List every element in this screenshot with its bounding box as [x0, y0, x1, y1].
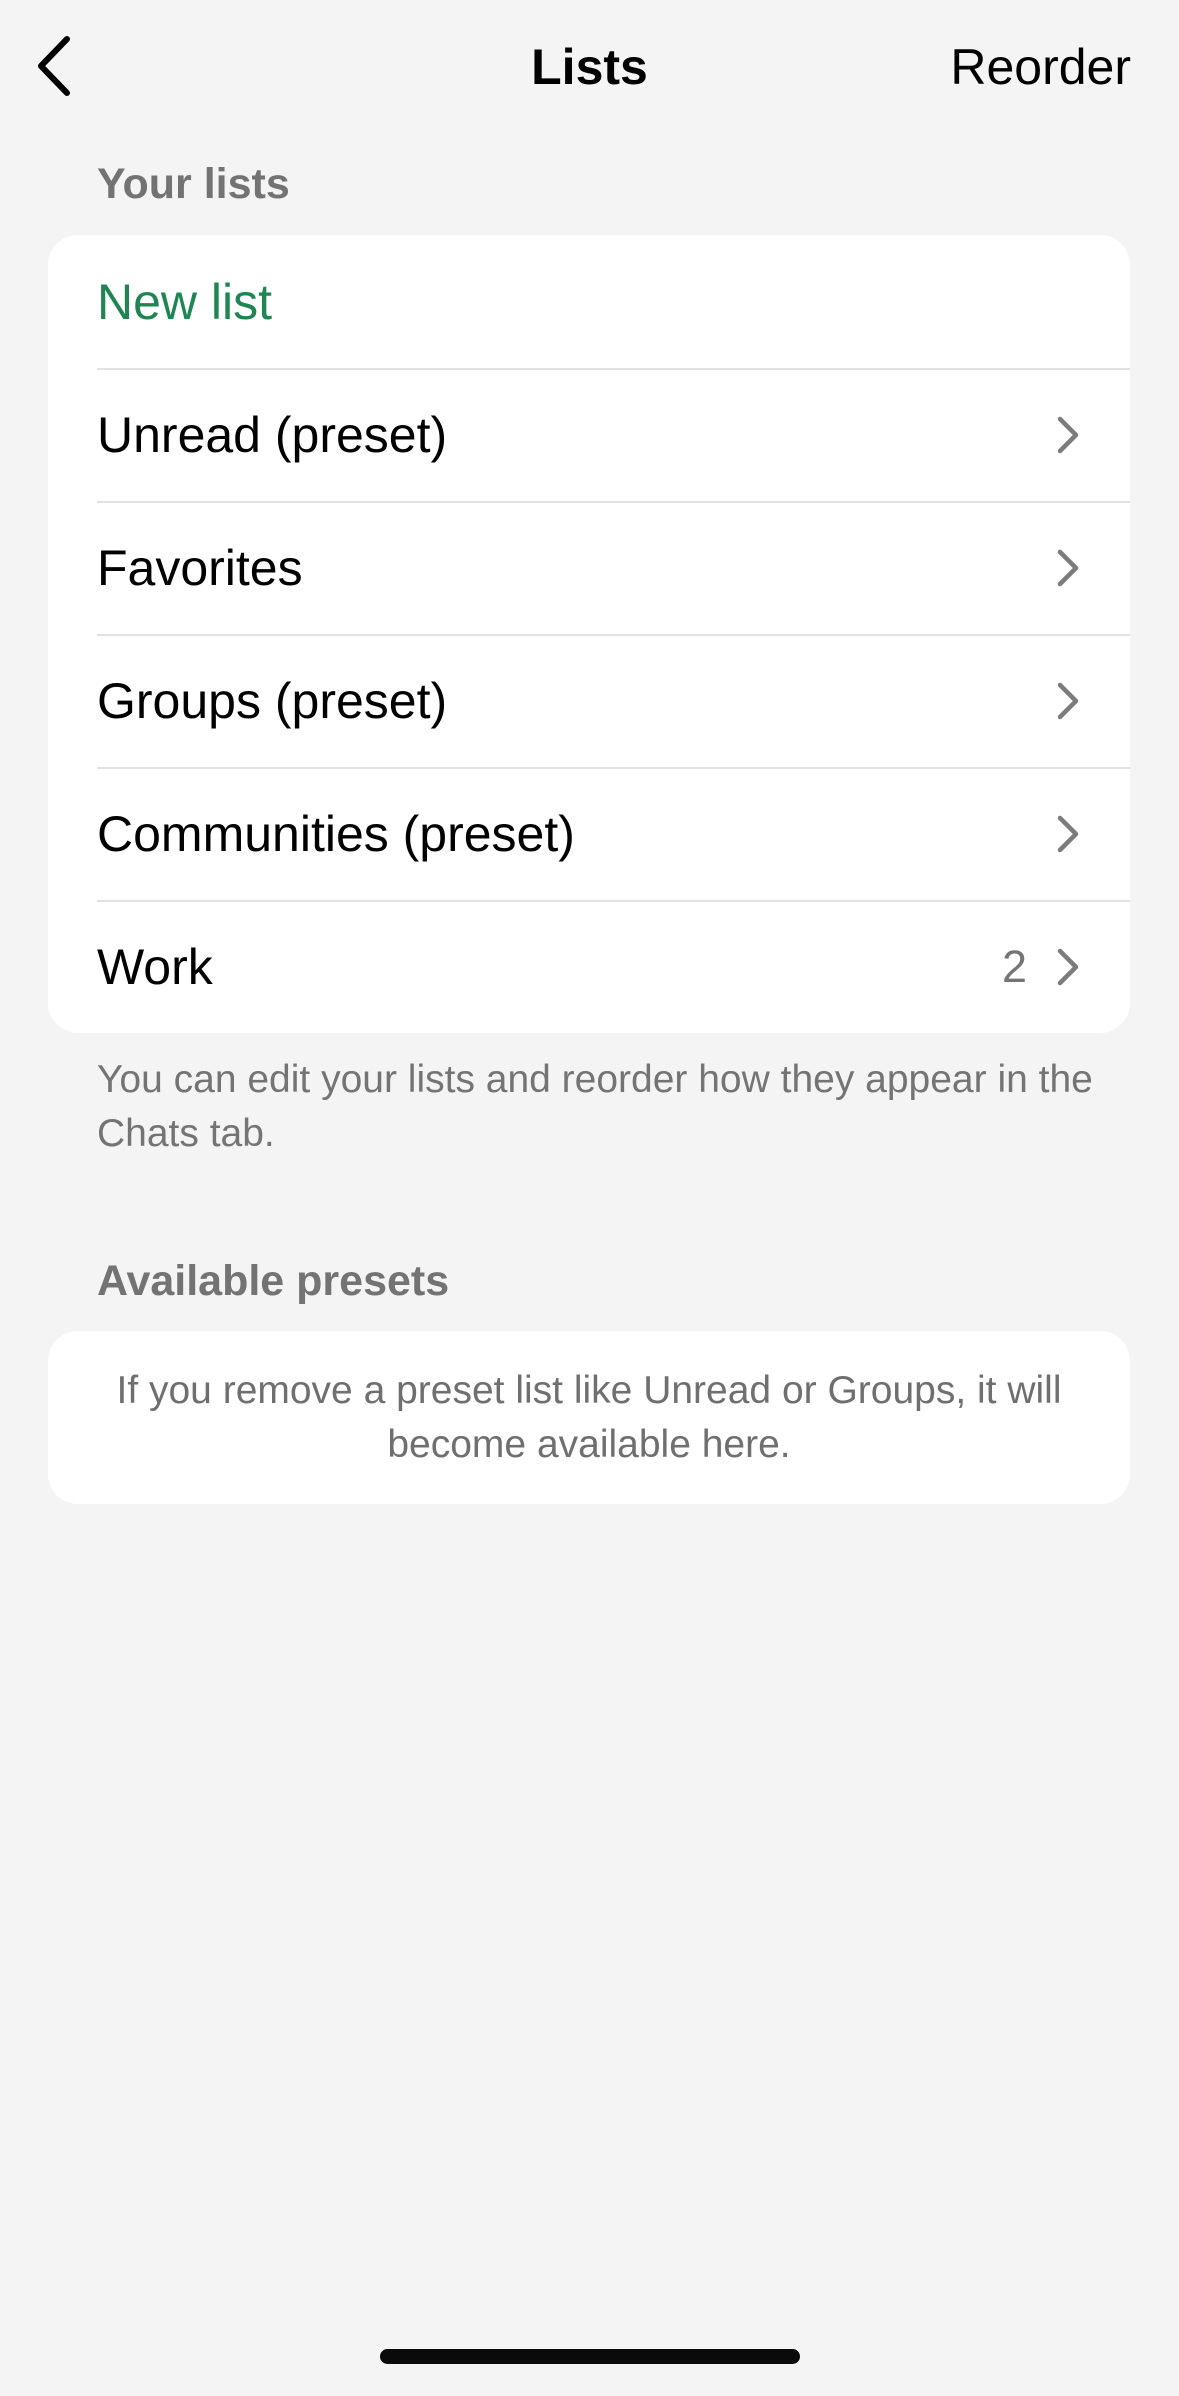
your-lists-header: Your lists: [97, 160, 290, 208]
new-list-label: New list: [97, 273, 273, 330]
available-presets-card: If you remove a preset list like Unread …: [48, 1331, 1130, 1504]
list-item-label: Groups (preset): [97, 672, 448, 729]
navigation-bar: Lists Reorder: [0, 0, 1179, 135]
list-item-groups[interactable]: Groups (preset): [48, 634, 1130, 767]
list-item-label: Favorites: [97, 539, 303, 596]
home-indicator: [380, 2349, 800, 2364]
list-item-count: 2: [1001, 940, 1027, 992]
chevron-right-icon: [1051, 812, 1085, 856]
chevron-right-icon: [1051, 679, 1085, 723]
list-item-label: Work: [97, 938, 213, 995]
available-presets-header: Available presets: [97, 1257, 450, 1305]
list-item-label: Unread (preset): [97, 406, 448, 463]
chevron-right-icon: [1051, 945, 1085, 989]
available-presets-note: If you remove a preset list like Unread …: [116, 1368, 1062, 1466]
list-item-favorites[interactable]: Favorites: [48, 501, 1130, 634]
list-item-label: Communities (preset): [97, 805, 575, 862]
reorder-button[interactable]: Reorder: [950, 34, 1131, 100]
lists-footer-note: You can edit your lists and reorder how …: [97, 1058, 1093, 1155]
your-lists-card: New list Unread (preset) Favorites Group…: [48, 235, 1130, 1033]
list-item-work[interactable]: Work 2: [48, 900, 1130, 1033]
list-item-communities[interactable]: Communities (preset): [48, 767, 1130, 900]
new-list-button[interactable]: New list: [48, 235, 1130, 368]
chevron-right-icon: [1051, 546, 1085, 590]
list-item-unread[interactable]: Unread (preset): [48, 368, 1130, 501]
chevron-right-icon: [1051, 413, 1085, 457]
